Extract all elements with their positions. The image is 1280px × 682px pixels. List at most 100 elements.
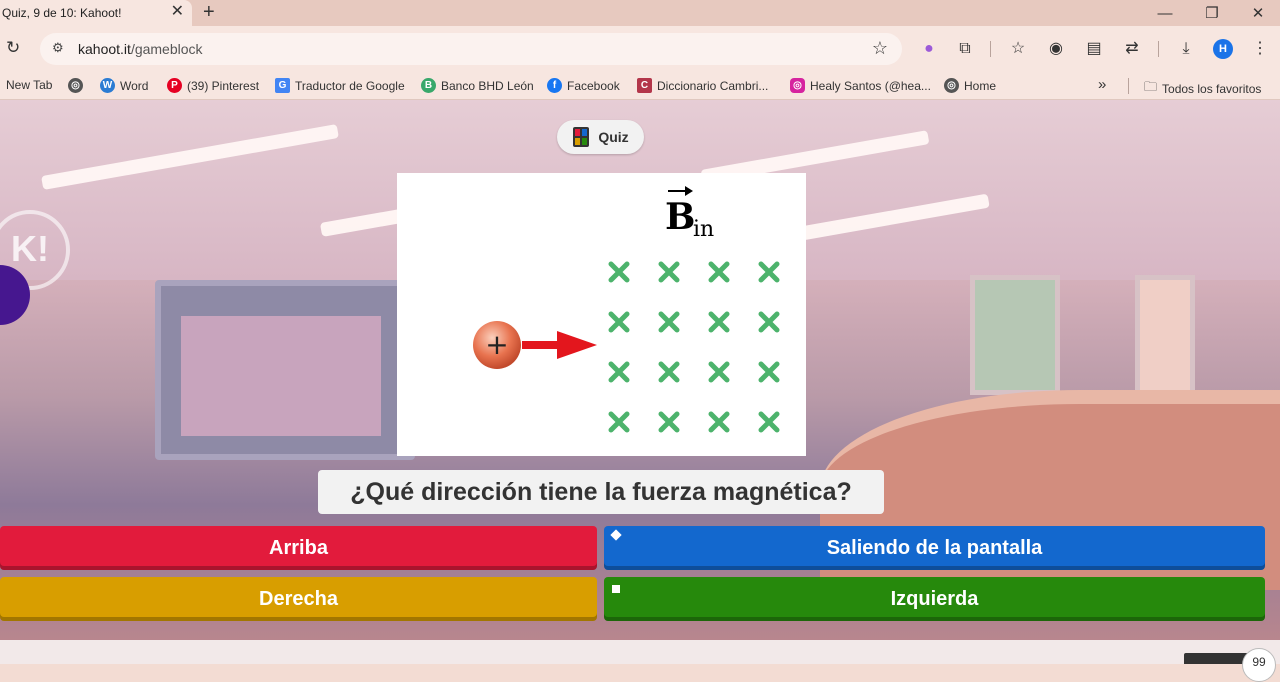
- menu-kebab-icon[interactable]: ⋮: [1250, 39, 1270, 59]
- cambridge-icon: C: [637, 78, 652, 93]
- bookmark-label: New Tab: [6, 78, 53, 92]
- field-into-page-marks: [608, 261, 780, 433]
- field-x-mark: [758, 411, 780, 433]
- field-x-mark: [658, 261, 680, 283]
- minimize-icon[interactable]: —: [1142, 0, 1188, 26]
- bookmark-cambridge[interactable]: C Diccionario Cambri...: [637, 78, 768, 93]
- screenshot-icon[interactable]: ◉: [1046, 39, 1066, 59]
- bottom-bar: [0, 640, 1280, 664]
- field-x-mark: [758, 361, 780, 383]
- question-image: B in +: [397, 173, 806, 456]
- answer-red[interactable]: Arriba: [0, 526, 597, 570]
- toolbar-separator: [990, 41, 991, 57]
- word-icon: W: [100, 78, 115, 93]
- tab-strip: Quiz, 9 de 10: Kahoot! ✕ + — ❐ ✕: [0, 0, 1280, 26]
- bookmark-label: Healy Santos (@hea...: [810, 78, 931, 93]
- site-info-icon[interactable]: ⚙: [52, 40, 70, 58]
- restore-icon[interactable]: ❐: [1189, 0, 1235, 26]
- corkboard: [1135, 275, 1195, 395]
- tab-close-icon[interactable]: ✕: [171, 3, 184, 21]
- bookmark-pinterest[interactable]: P (39) Pinterest: [167, 78, 259, 93]
- answer-label: Izquierda: [890, 587, 979, 610]
- field-x-mark: [608, 261, 630, 283]
- board-screen: [181, 316, 381, 436]
- bookmark-label: Facebook: [567, 78, 620, 93]
- bookmark-bhd[interactable]: B Banco BHD León: [421, 78, 534, 93]
- bookmark-label: Traductor de Google: [295, 78, 405, 93]
- extension-brain-icon[interactable]: ●: [919, 39, 939, 59]
- bookmarks-overflow-icon[interactable]: »: [1098, 76, 1106, 93]
- globe-icon: ◎: [68, 78, 83, 93]
- b-symbol: B: [665, 196, 695, 238]
- charge-sign: +: [485, 328, 508, 361]
- globe-icon: ◎: [944, 78, 959, 93]
- tab-title: Quiz, 9 de 10: Kahoot!: [2, 6, 122, 20]
- bookmark-label: Banco BHD León: [441, 78, 534, 93]
- classroom-board: [155, 280, 415, 460]
- field-x-mark: [658, 411, 680, 433]
- field-x-mark: [708, 261, 730, 283]
- bookmark-word[interactable]: W Word: [100, 78, 148, 93]
- folder-icon: 🗀: [1144, 79, 1158, 94]
- quiz-grid-icon: [573, 127, 590, 147]
- field-x-mark: [758, 311, 780, 333]
- url-path: /gameblock: [130, 41, 203, 57]
- bookmark-home[interactable]: ◎ Home: [944, 78, 996, 93]
- answer-blue[interactable]: Saliendo de la pantalla: [604, 526, 1265, 570]
- kahoot-game-area: K! Quiz B in + ¿Qué dirección tiene la f…: [0, 100, 1280, 640]
- bookmark-translate[interactable]: G Traductor de Google: [275, 78, 405, 93]
- question-banner: ¿Qué dirección tiene la fuerza magnética…: [318, 470, 884, 514]
- answer-label: Arriba: [269, 536, 328, 559]
- question-text: ¿Qué dirección tiene la fuerza magnética…: [350, 477, 852, 506]
- bookmark-star-icon[interactable]: ☆: [872, 38, 888, 59]
- browser-toolbar: ↻ ⚙ kahoot.it/gameblock ☆ ● ⧉ ☆ ◉ ▤ ⇄ ⤓ …: [0, 26, 1280, 72]
- bookmark-label: Home: [964, 78, 997, 93]
- quiz-mode-pill: Quiz: [557, 120, 644, 154]
- field-x-mark: [658, 361, 680, 383]
- address-bar[interactable]: ⚙ kahoot.it/gameblock ☆: [40, 33, 902, 65]
- all-bookmarks[interactable]: 🗀 Todos los favoritos: [1144, 78, 1261, 100]
- field-x-mark: [708, 311, 730, 333]
- answer-green[interactable]: Izquierda: [604, 577, 1265, 621]
- active-tab[interactable]: Quiz, 9 de 10: Kahoot! ✕: [0, 0, 192, 26]
- square-icon: [612, 585, 620, 593]
- reload-icon[interactable]: ↻: [6, 38, 20, 58]
- profile-avatar[interactable]: H: [1213, 39, 1233, 59]
- b-field-label: B in: [665, 186, 714, 242]
- classroom-window: [970, 275, 1060, 395]
- toolbar-separator: [1158, 41, 1159, 57]
- favorites-star-icon[interactable]: ☆: [1008, 39, 1028, 59]
- field-x-mark: [608, 411, 630, 433]
- answer-label: Saliendo de la pantalla: [826, 536, 1043, 559]
- close-window-icon[interactable]: ✕: [1235, 0, 1280, 26]
- bookmark-facebook[interactable]: f Facebook: [547, 78, 620, 93]
- new-tab-plus-icon[interactable]: +: [203, 1, 215, 23]
- facebook-icon: f: [547, 78, 562, 93]
- reading-list-icon[interactable]: ▤: [1084, 39, 1104, 59]
- answer-label: Derecha: [259, 587, 338, 610]
- bookmark-new-tab[interactable]: New Tab: [6, 78, 52, 92]
- bookmarks-bar: New Tab ◎ W Word P (39) Pinterest G Traduct…: [0, 72, 1280, 100]
- google-translate-icon: G: [275, 78, 290, 93]
- extensions-puzzle-icon[interactable]: ⧉: [955, 39, 975, 59]
- bookmarks-separator: [1128, 78, 1129, 94]
- bookmark-label: Word: [120, 78, 149, 93]
- field-x-mark: [708, 361, 730, 383]
- translate-icon[interactable]: ⇄: [1122, 39, 1142, 59]
- answer-yellow[interactable]: Derecha: [0, 577, 597, 621]
- all-bookmarks-label: Todos los favoritos: [1162, 82, 1262, 96]
- bookmark-label: Diccionario Cambri...: [657, 78, 769, 93]
- bookmark-label: (39) Pinterest: [187, 78, 260, 93]
- field-x-mark: [608, 361, 630, 383]
- bookmark-globe[interactable]: ◎: [68, 78, 83, 93]
- download-icon[interactable]: ⤓: [1176, 39, 1196, 59]
- magnetic-field-diagram: B in +: [473, 186, 780, 433]
- url-host: kahoot.it: [78, 41, 131, 57]
- url-text: kahoot.it/gameblock: [78, 41, 203, 57]
- bookmark-instagram[interactable]: ◎ Healy Santos (@hea...: [790, 78, 931, 93]
- field-x-mark: [658, 311, 680, 333]
- answer-counter: 99: [1242, 648, 1276, 682]
- field-x-mark: [608, 311, 630, 333]
- diamond-icon: [610, 529, 622, 541]
- b-subscript: in: [693, 217, 714, 242]
